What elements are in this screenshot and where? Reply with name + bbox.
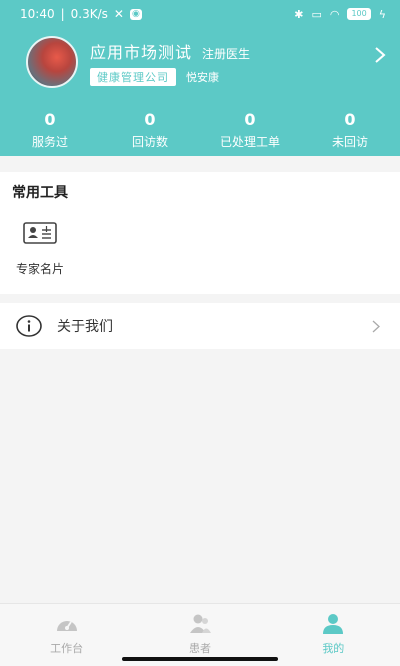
tools-title: 常用工具 <box>12 185 68 201</box>
id-card-icon <box>23 222 57 244</box>
chevron-right-icon <box>372 320 380 332</box>
stat-served[interactable]: 0 服务过 <box>0 110 100 150</box>
stat-label: 回访数 <box>131 135 168 149</box>
bluetooth-icon: ✱ <box>294 7 304 21</box>
stat-followups[interactable]: 0 回访数 <box>100 110 200 150</box>
chevron-right-icon[interactable] <box>374 47 386 63</box>
about-label: 关于我们 <box>57 319 113 335</box>
stat-value: 0 <box>244 110 256 129</box>
sim-icon: ▭ <box>311 7 322 21</box>
wifi-icon: ◠ <box>329 7 340 21</box>
status-time: 10:40 <box>20 7 55 21</box>
tab-label: 工作台 <box>50 642 84 655</box>
stat-value: 0 <box>344 110 356 129</box>
tools-card: 常用工具 专家名片 <box>0 172 400 294</box>
about-row[interactable]: 关于我们 <box>0 303 400 349</box>
stat-label: 已处理工单 <box>219 135 280 149</box>
home-indicator <box>122 657 278 661</box>
stat-label: 服务过 <box>31 135 68 149</box>
status-bar: 10:40 | 0.3K/s ✕ ◉ ✱ ▭ ◠ 100 ϟ <box>0 0 400 28</box>
tab-mine[interactable]: 我的 <box>267 604 400 666</box>
tab-workbench[interactable]: 工作台 <box>0 604 133 666</box>
notification-mute-icon: ✕ <box>113 7 124 21</box>
tab-label: 我的 <box>322 642 345 655</box>
status-network-speed: 0.3K/s <box>70 7 108 21</box>
stat-processed-tickets[interactable]: 0 已处理工单 <box>200 110 300 150</box>
charging-icon: ϟ <box>378 7 386 21</box>
user-name: 应用市场测试 <box>90 42 193 62</box>
tool-expert-card[interactable]: 专家名片 <box>6 222 74 277</box>
user-role: 注册医生 <box>202 46 251 61</box>
profile-header: 应用市场测试 注册医生 健康管理公司 悦安康 0 服务过 0 回访数 0 已处理… <box>0 28 400 156</box>
org-tag: 健康管理公司 <box>90 67 176 86</box>
stats-row: 0 服务过 0 回访数 0 已处理工单 0 未回访 <box>0 110 400 150</box>
info-icon <box>16 315 42 337</box>
profile-info: 应用市场测试 注册医生 健康管理公司 悦安康 <box>90 39 370 86</box>
app-notification-icon: ◉ <box>129 8 142 20</box>
stat-value: 0 <box>44 110 56 129</box>
person-icon <box>323 614 344 634</box>
stat-label: 未回访 <box>331 135 368 149</box>
tab-label: 患者 <box>188 642 211 655</box>
stat-pending-followups[interactable]: 0 未回访 <box>300 110 400 150</box>
dashboard-icon <box>56 621 77 631</box>
brand-name: 悦安康 <box>186 70 219 84</box>
stat-value: 0 <box>144 110 156 129</box>
avatar[interactable] <box>26 36 78 88</box>
patients-icon <box>189 614 211 633</box>
battery-icon: 100 <box>347 8 371 20</box>
profile-row[interactable]: 应用市场测试 注册医生 健康管理公司 悦安康 <box>0 28 400 88</box>
status-separator: | <box>60 7 65 21</box>
tool-label: 专家名片 <box>15 262 64 276</box>
